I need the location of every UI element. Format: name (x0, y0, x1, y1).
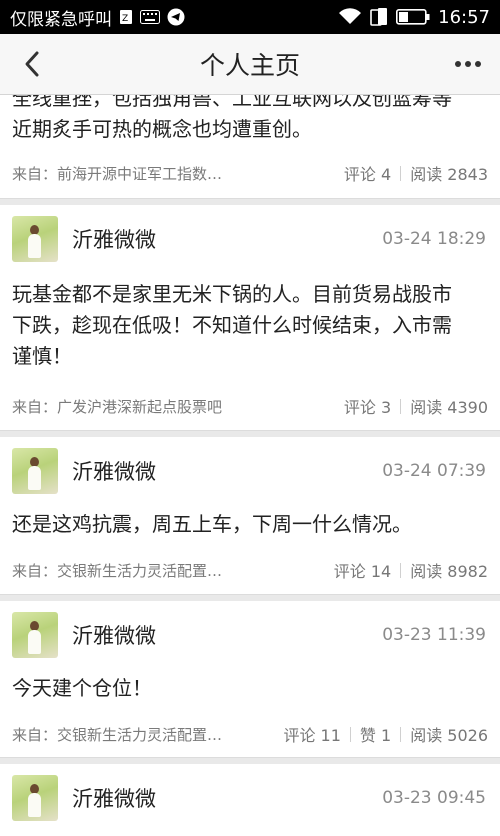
post-header: 沂雅微微 03-23 09:45 (0, 764, 500, 832)
post-feed[interactable]: 全线重挫，包括独角兽、工业互联网以及创蓝筹等 近期炙手可热的概念也均遭重创。 来… (0, 95, 500, 836)
avatar[interactable] (12, 612, 58, 658)
post-stats: 评论 11 赞 1 阅读 5026 (283, 722, 488, 746)
post-header: 沂雅微微 03-24 18:29 (0, 205, 500, 273)
post-card[interactable]: 沂雅微微 03-23 09:45 (0, 764, 500, 836)
author-name[interactable]: 沂雅微微 (72, 783, 156, 813)
nav-bar: 个人主页 (0, 34, 500, 95)
author-name[interactable]: 沂雅微微 (72, 456, 156, 486)
comment-count[interactable]: 评论 4 (344, 161, 391, 185)
post-meta: 来自：前海开源中证军工指数… 评论 4 阅读 2843 (0, 153, 500, 193)
post-header: 沂雅微微 03-24 07:39 (0, 437, 500, 505)
telegram-icon (167, 8, 185, 26)
post-meta: 来自：广发沪港深新起点股票吧 评论 3 阅读 4390 (0, 386, 500, 426)
post-source-link[interactable]: 来自：前海开源中证军工指数… (12, 163, 344, 184)
divider (400, 562, 402, 578)
post-line: 谨慎！ (12, 344, 72, 368)
keyboard-icon (140, 10, 160, 24)
post-line: 下跌，趁现在低吸！不知道什么时候结束，入市需 (12, 313, 452, 337)
sim-icon (370, 7, 388, 27)
status-text: 仅限紧急呼叫 (10, 9, 112, 30)
post-time: 03-23 11:39 (382, 625, 486, 645)
post-stats: 评论 3 阅读 4390 (344, 394, 488, 418)
divider (400, 726, 402, 742)
author-name[interactable]: 沂雅微微 (72, 224, 156, 254)
back-button[interactable] (16, 48, 48, 80)
battery-icon (396, 9, 430, 25)
post-line: 近期炙手可热的概念也均遭重创。 (12, 117, 312, 141)
divider (400, 398, 402, 414)
post-stats: 评论 4 阅读 2843 (344, 161, 488, 185)
post-card[interactable]: 沂雅微微 03-23 11:39 今天建个仓位！ 来自：交银新生活力灵活配置… … (0, 601, 500, 758)
more-button[interactable] (450, 48, 486, 80)
post-body: 今天建个仓位！ (0, 673, 500, 704)
post-header: 沂雅微微 03-23 11:39 (0, 601, 500, 669)
post-meta: 来自：交银新生活力灵活配置… 评论 11 赞 1 阅读 5026 (0, 714, 500, 754)
comment-count[interactable]: 评论 11 (283, 722, 340, 746)
clock: 16:57 (438, 6, 490, 28)
post-line: 今天建个仓位！ (12, 676, 152, 700)
read-count: 阅读 2843 (410, 165, 488, 184)
read-count: 阅读 8982 (410, 562, 488, 581)
post-body: 还是这鸡抗震，周五上车，下周一什么情况。 (0, 509, 500, 540)
post-source-link[interactable]: 来自：交银新生活力灵活配置… (12, 724, 283, 745)
post-line: 全线重挫，包括独角兽、工业互联网以及创蓝筹等 (12, 95, 452, 110)
avatar[interactable] (12, 448, 58, 494)
post-meta: 来自：交银新生活力灵活配置… 评论 14 阅读 8982 (0, 550, 500, 590)
post-line: 玩基金都不是家里无米下锅的人。目前货易战股市 (12, 282, 452, 306)
status-right: 16:57 (338, 7, 490, 28)
divider (349, 726, 351, 742)
author-name[interactable]: 沂雅微微 (72, 620, 156, 650)
page-title: 个人主页 (199, 51, 300, 80)
comment-count[interactable]: 评论 3 (344, 394, 391, 418)
read-count: 阅读 5026 (410, 726, 488, 745)
post-body: 全线重挫，包括独角兽、工业互联网以及创蓝筹等 近期炙手可热的概念也均遭重创。 (12, 95, 488, 145)
post-time: 03-23 09:45 (382, 788, 486, 808)
chevron-left-icon (25, 51, 39, 77)
like-count[interactable]: 赞 1 (360, 722, 391, 746)
post-card[interactable]: 沂雅微微 03-24 07:39 还是这鸡抗震，周五上车，下周一什么情况。 来自… (0, 437, 500, 595)
read-count: 阅读 4390 (410, 398, 488, 417)
comment-count[interactable]: 评论 14 (334, 558, 391, 582)
status-left: 仅限紧急呼叫 Z (10, 5, 185, 30)
post-stats: 评论 14 阅读 8982 (334, 558, 488, 582)
post-source-link[interactable]: 来自：交银新生活力灵活配置… (12, 560, 334, 581)
svg-text:Z: Z (122, 14, 128, 24)
avatar[interactable] (12, 216, 58, 262)
post-time: 03-24 07:39 (382, 461, 486, 481)
post-source-link[interactable]: 来自：广发沪港深新起点股票吧 (12, 396, 344, 417)
post-card[interactable]: 沂雅微微 03-24 18:29 玩基金都不是家里无米下锅的人。目前货易战股市 … (0, 205, 500, 431)
post-time: 03-24 18:29 (382, 229, 486, 249)
post-card[interactable]: 全线重挫，包括独角兽、工业互联网以及创蓝筹等 近期炙手可热的概念也均遭重创。 来… (0, 95, 500, 199)
wifi-icon (338, 8, 362, 26)
post-line: 还是这鸡抗震，周五上车，下周一什么情况。 (12, 512, 412, 536)
status-bar: 仅限紧急呼叫 Z 16:57 (0, 0, 500, 34)
post-body: 玩基金都不是家里无米下锅的人。目前货易战股市 下跌，趁现在低吸！不知道什么时候结… (0, 279, 500, 372)
avatar[interactable] (12, 775, 58, 821)
divider (400, 165, 402, 181)
more-dots-icon (455, 61, 481, 67)
signal-card-icon: Z (119, 9, 133, 25)
